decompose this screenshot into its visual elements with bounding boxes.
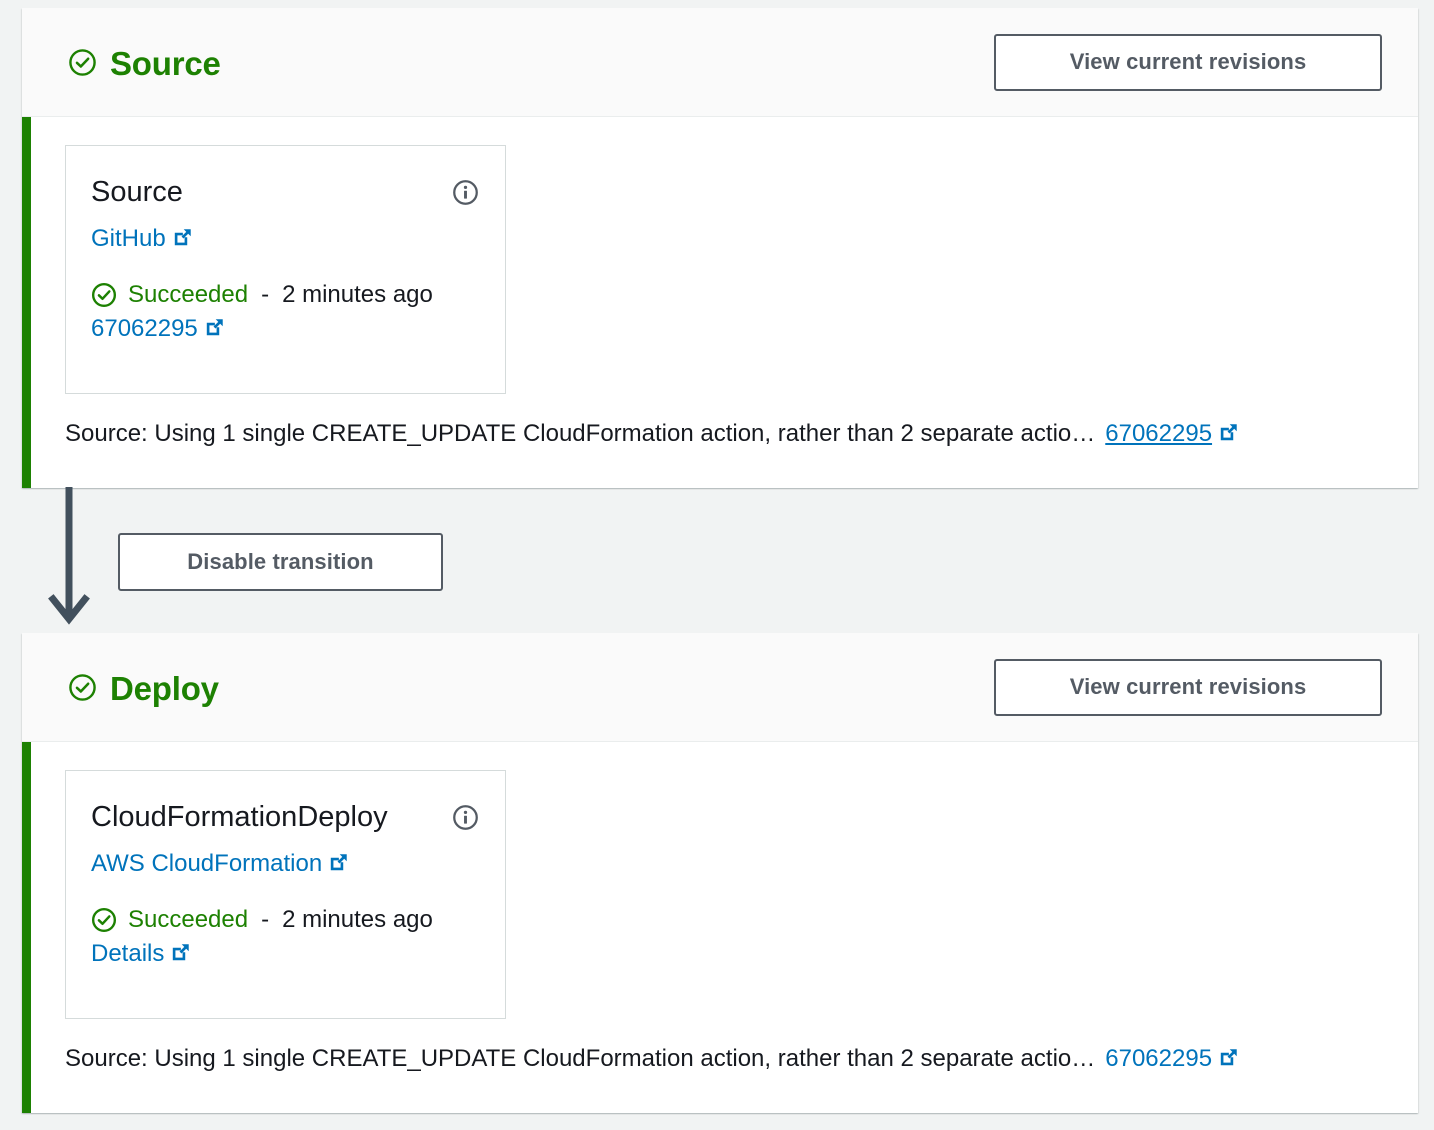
pipeline-view: Source View current revisions Source Git… <box>0 0 1434 1130</box>
action-status-label: Succeeded <box>128 906 249 934</box>
action-status-line: Succeeded - 2 minutes ago <box>91 281 479 309</box>
check-circle-icon <box>91 283 117 308</box>
stage-name-label: Deploy <box>110 669 219 707</box>
action-detail-link[interactable]: 67062295 <box>91 315 198 342</box>
stage-name-label: Source <box>110 44 221 82</box>
action-name-label: CloudFormationDeploy <box>91 801 388 833</box>
info-icon[interactable] <box>452 179 479 206</box>
stage-title-source: Source <box>68 44 221 82</box>
revision-summary-link[interactable]: 67062295 <box>1105 420 1212 447</box>
action-provider-link[interactable]: GitHub <box>91 225 166 252</box>
stage-title-deploy: Deploy <box>68 669 219 707</box>
stage-header-deploy: Deploy View current revisions <box>22 633 1418 742</box>
check-circle-icon <box>91 908 117 933</box>
check-circle-icon <box>69 673 96 701</box>
action-card-header: Source <box>91 176 479 209</box>
down-arrow-icon <box>48 487 90 625</box>
external-link-icon[interactable] <box>328 852 349 873</box>
action-card-cloudformationdeploy[interactable]: CloudFormationDeploy AWS CloudFormation <box>65 770 506 1019</box>
action-provider-line: AWS CloudFormation <box>91 850 479 877</box>
action-detail-line: 67062295 <box>91 315 479 344</box>
external-link-icon[interactable] <box>1218 1047 1239 1068</box>
disable-transition-button[interactable]: Disable transition <box>118 533 443 591</box>
info-icon[interactable] <box>452 804 479 831</box>
external-link-icon[interactable] <box>170 942 191 963</box>
revision-summary-text: Source: Using 1 single CREATE_UPDATE Clo… <box>65 1045 1096 1072</box>
action-card-source[interactable]: Source GitHub Succeeded - 2 minutes ago … <box>65 145 506 394</box>
revision-summary-text: Source: Using 1 single CREATE_UPDATE Clo… <box>65 420 1096 447</box>
revision-summary-source: Source: Using 1 single CREATE_UPDATE Clo… <box>22 394 1418 474</box>
action-status-label: Succeeded <box>128 281 249 309</box>
action-provider-line: GitHub <box>91 225 479 252</box>
revision-summary-deploy: Source: Using 1 single CREATE_UPDATE Clo… <box>22 1019 1418 1099</box>
view-current-revisions-button-deploy[interactable]: View current revisions <box>994 658 1382 716</box>
action-provider-link[interactable]: AWS CloudFormation <box>91 850 322 877</box>
action-status-time: 2 minutes ago <box>282 906 433 934</box>
action-status-separator: - <box>261 906 270 934</box>
action-detail-link[interactable]: Details <box>91 940 164 967</box>
stage-body-source: Source GitHub Succeeded - 2 minutes ago … <box>22 117 1418 394</box>
external-link-icon[interactable] <box>172 227 193 248</box>
action-status-separator: - <box>261 281 270 309</box>
view-current-revisions-button-source[interactable]: View current revisions <box>994 33 1382 91</box>
revision-summary-link[interactable]: 67062295 <box>1105 1045 1212 1072</box>
action-card-header: CloudFormationDeploy <box>91 801 479 834</box>
stage-source: Source View current revisions Source Git… <box>22 8 1418 488</box>
action-status-time: 2 minutes ago <box>282 281 433 309</box>
stage-header-source: Source View current revisions <box>22 8 1418 117</box>
action-detail-line: Details <box>91 940 479 969</box>
external-link-icon[interactable] <box>204 317 225 338</box>
external-link-icon[interactable] <box>1218 422 1239 443</box>
check-circle-icon <box>69 48 96 76</box>
stage-deploy: Deploy View current revisions CloudForma… <box>22 633 1418 1113</box>
action-status-line: Succeeded - 2 minutes ago <box>91 906 479 934</box>
action-name-label: Source <box>91 176 183 208</box>
stage-body-deploy: CloudFormationDeploy AWS CloudFormation <box>22 742 1418 1019</box>
